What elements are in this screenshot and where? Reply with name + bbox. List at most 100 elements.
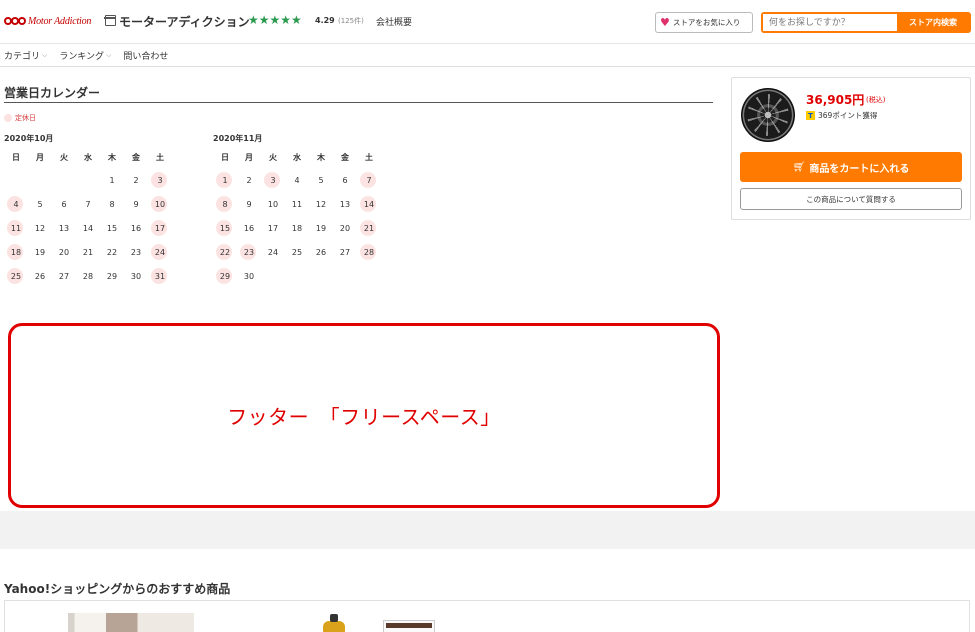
- favorite-store-label: ストアをお気に入り: [672, 18, 741, 27]
- calendar-empty-cell: [4, 168, 28, 192]
- store-search: ストア内検索: [761, 12, 971, 33]
- calendar-day: 4: [294, 175, 300, 185]
- weekday-header: 木: [317, 152, 325, 162]
- calendar-day: 11: [291, 199, 303, 209]
- calendar-day: 12: [315, 199, 327, 209]
- weekday-header: 火: [60, 152, 68, 162]
- calendar-day-holiday: 3: [261, 168, 285, 192]
- calendar-day: 15: [106, 223, 118, 233]
- recommend-item-image[interactable]: [323, 614, 345, 632]
- calendar-day: 30: [130, 271, 142, 281]
- calendar-month-october: 2020年10月 日月火水木金土 1 2 3 4 5 6 7 8 9 10 11 12 13 14 15 16 1…: [4, 133, 172, 288]
- store-name[interactable]: モーターアディクション: [119, 13, 250, 30]
- search-input[interactable]: [763, 14, 897, 31]
- rating-stars: ★★★★★: [248, 13, 302, 27]
- calendar-day: 26: [315, 247, 327, 257]
- search-button[interactable]: ストア内検索: [897, 14, 969, 31]
- calendar-day: 22: [106, 247, 118, 257]
- chevron-down-icon: ⌵: [106, 50, 112, 59]
- calendar-day: 29: [106, 271, 118, 281]
- calendar-day-holiday: 28: [357, 240, 381, 264]
- section-separator: [0, 511, 975, 549]
- calendar-day: 9: [133, 199, 139, 209]
- month-grid: 日月火水木金土 1 2 3 4 5 6 7 8 9 10 11 12 13 14 15 16 17 18 19 20 21…: [4, 151, 172, 288]
- calendar-title: 営業日カレンダー: [4, 86, 101, 100]
- calendar-day-holiday: 8: [213, 192, 237, 216]
- weekday-header: 土: [365, 152, 373, 162]
- calendar-day-holiday: 24: [148, 240, 172, 264]
- header: Motor Addiction モーターアディクション ★★★★★ 4.29 (…: [0, 0, 975, 44]
- calendar-day-holiday: 21: [357, 216, 381, 240]
- calendar-day-holiday: 15: [213, 216, 237, 240]
- add-to-cart-label: 商品をカートに入れる: [809, 163, 910, 175]
- calendar-day-holiday: 11: [4, 216, 28, 240]
- weekday-header: 金: [132, 152, 140, 162]
- calendar-month-november: 2020年11月 日月火水木金土 1 2 3 4 5 6 7 8 9 10 11 12 13 14 15 16 1…: [213, 133, 381, 288]
- weekday-header: 水: [84, 152, 92, 162]
- weekday-header: 月: [36, 152, 44, 162]
- logo-icon: [4, 16, 26, 26]
- tax-label: (税込): [866, 96, 886, 104]
- calendar-day: 14: [82, 223, 94, 233]
- calendar-day: 2: [246, 175, 252, 185]
- ask-question-button[interactable]: この商品について質問する: [740, 188, 962, 210]
- calendar-divider: [4, 102, 713, 103]
- calendar-day: 25: [291, 247, 303, 257]
- calendar-day-holiday: 7: [357, 168, 381, 192]
- chevron-down-icon: ⌵: [42, 50, 48, 59]
- calendar-day: 20: [58, 247, 70, 257]
- product-image[interactable]: [741, 88, 795, 142]
- calendar-day: 8: [109, 199, 115, 209]
- calendar-day: 21: [82, 247, 94, 257]
- calendar-day: 27: [339, 247, 351, 257]
- recommend-item-image[interactable]: [68, 613, 194, 632]
- heart-icon: ♥: [660, 16, 670, 29]
- calendar-day: 19: [315, 223, 327, 233]
- calendar-day: 30: [243, 271, 255, 281]
- nav-item-contact[interactable]: 問い合わせ: [123, 49, 168, 62]
- add-to-cart-button[interactable]: 🛒︎ 商品をカートに入れる: [740, 152, 962, 182]
- weekday-header: 日: [221, 152, 229, 162]
- calendar-day-holiday: 14: [357, 192, 381, 216]
- calendar-day: 5: [318, 175, 324, 185]
- weekday-header: 金: [341, 152, 349, 162]
- store-icon: [104, 15, 116, 26]
- calendar-day: 13: [58, 223, 70, 233]
- weekday-header: 水: [293, 152, 301, 162]
- nav-item-category[interactable]: カテゴリ ⌵: [4, 49, 47, 62]
- favorite-store-button[interactable]: ♥ ストアをお気に入り: [655, 12, 753, 33]
- holiday-legend-label: 定休日: [15, 114, 36, 122]
- nav-item-ranking[interactable]: ランキング ⌵: [59, 49, 111, 62]
- calendar-empty-cell: [52, 168, 76, 192]
- calendar-day-holiday: 22: [213, 240, 237, 264]
- store-logo[interactable]: Motor Addiction: [4, 14, 91, 28]
- store-nav: カテゴリ ⌵ ランキング ⌵ 問い合わせ: [0, 44, 975, 67]
- cart-icon: 🛒︎: [792, 161, 806, 173]
- calendar-day: 28: [82, 271, 94, 281]
- recommend-title: Yahoo!ショッピングからのおすすめ商品: [4, 582, 231, 596]
- nav-item-label: ランキング: [59, 51, 105, 62]
- month-title: 2020年10月: [4, 134, 54, 143]
- calendar-day-holiday: 4: [4, 192, 28, 216]
- rating-value: 4.29: [315, 16, 335, 25]
- month-grid: 日月火水木金土 1 2 3 4 5 6 7 8 9 10 11 12 13 14 15 16 17 18 19 20 21…: [213, 151, 381, 288]
- calendar-day: 17: [267, 223, 279, 233]
- calendar-day-holiday: 3: [148, 168, 172, 192]
- calendar-day: 26: [34, 271, 46, 281]
- calendar-day: 1: [109, 175, 115, 185]
- calendar-day: 9: [246, 199, 252, 209]
- recommend-list: [4, 600, 970, 632]
- review-count[interactable]: (125件): [338, 16, 364, 26]
- recommend-item-image[interactable]: [383, 620, 435, 632]
- calendar-day-holiday: 29: [213, 264, 237, 288]
- free-space-text: フッター 「フリースペース」: [227, 405, 501, 429]
- logo-text: Motor Addiction: [28, 15, 92, 27]
- calendar-day: 19: [34, 247, 46, 257]
- calendar-day: 6: [342, 175, 348, 185]
- calendar-day: 27: [58, 271, 70, 281]
- nav-item-label: 問い合わせ: [123, 51, 169, 62]
- month-title: 2020年11月: [213, 134, 263, 143]
- calendar-day-holiday: 31: [148, 264, 172, 288]
- product-card: 36,905円 (税込) T 369ポイント獲得 🛒︎ 商品をカートに入れる こ…: [731, 77, 971, 220]
- company-info-link[interactable]: 会社概要: [376, 15, 412, 28]
